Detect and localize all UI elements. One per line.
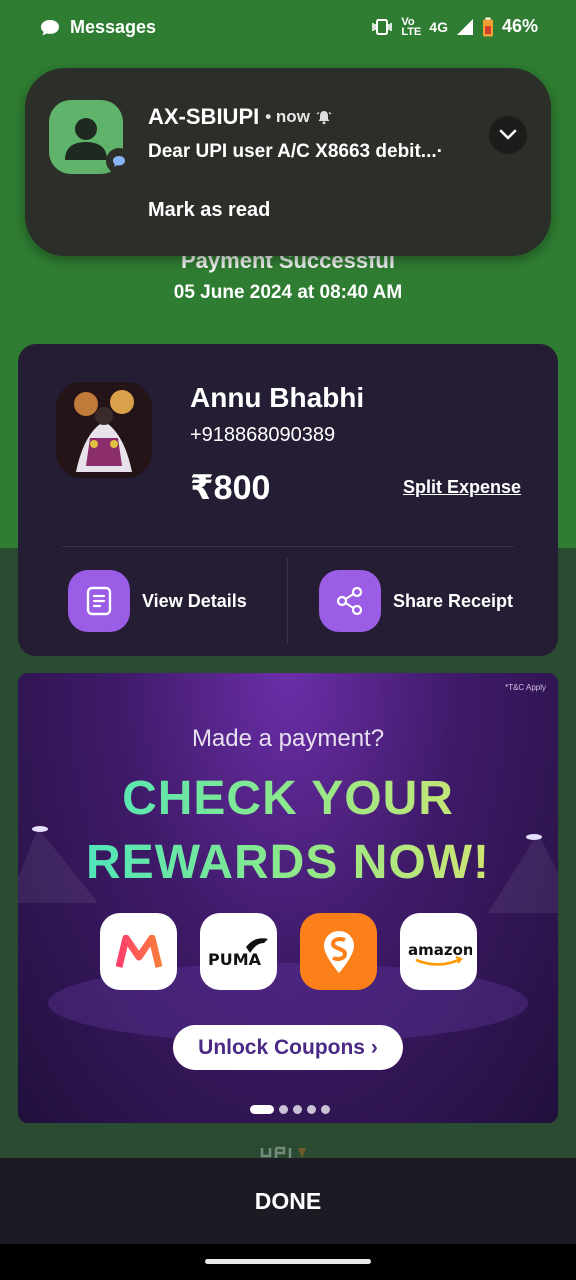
unlock-coupons-button[interactable]: Unlock Coupons › bbox=[173, 1025, 403, 1070]
battery-percent: 46% bbox=[501, 16, 538, 36]
payee-card: Annu Bhabhi +918868090389 ₹800 Split Exp… bbox=[18, 344, 558, 656]
status-app-indicator: Messages bbox=[40, 17, 156, 38]
banner-subtitle: Made a payment? bbox=[191, 725, 385, 752]
messages-app-badge-icon bbox=[106, 148, 132, 174]
done-button[interactable]: DONE bbox=[0, 1158, 576, 1244]
network-type: 4G bbox=[429, 18, 448, 35]
notification-time: • now bbox=[265, 107, 310, 126]
done-label: DONE bbox=[254, 1187, 322, 1214]
card-vertical-divider bbox=[287, 558, 288, 644]
view-details-button[interactable]: View Details bbox=[68, 570, 247, 632]
carousel-dot-active[interactable] bbox=[250, 1105, 274, 1114]
split-expense-link[interactable]: Split Expense bbox=[403, 477, 521, 498]
terms-note: *T&C Apply bbox=[505, 683, 546, 692]
brand-logos: PUMA amazon bbox=[100, 913, 477, 990]
myntra-logo-icon bbox=[100, 913, 177, 990]
carousel-dot[interactable] bbox=[321, 1105, 330, 1114]
mark-as-read-button[interactable]: Mark as read bbox=[148, 199, 270, 222]
svg-text:PUMA: PUMA bbox=[208, 950, 262, 969]
carousel-dot[interactable] bbox=[279, 1105, 288, 1114]
share-receipt-button[interactable]: Share Receipt bbox=[319, 570, 513, 632]
battery-icon bbox=[482, 17, 493, 36]
card-divider bbox=[62, 546, 514, 547]
carousel-indicator bbox=[250, 1105, 330, 1114]
status-app-name: Messages bbox=[70, 17, 157, 37]
message-bubble-icon bbox=[41, 19, 59, 35]
payee-avatar bbox=[56, 382, 152, 478]
view-details-label: View Details bbox=[142, 590, 247, 611]
volte-bottom: LTE bbox=[401, 25, 422, 38]
share-receipt-label: Share Receipt bbox=[393, 590, 514, 611]
svg-text:amazon: amazon bbox=[408, 941, 472, 959]
carousel-dot[interactable] bbox=[307, 1105, 316, 1114]
navigation-bar bbox=[0, 1244, 576, 1280]
alert-bell-icon bbox=[316, 111, 332, 125]
amazon-logo-icon: amazon bbox=[400, 913, 477, 990]
vibrate-icon bbox=[372, 18, 393, 35]
payee-name: Annu Bhabhi bbox=[190, 382, 365, 413]
status-indicators: Vo LTE 4G 46% bbox=[371, 16, 538, 37]
swiggy-logo-icon bbox=[300, 913, 377, 990]
notification-header: AX-SBIUPI • now bbox=[148, 104, 332, 130]
puma-logo-icon: PUMA bbox=[200, 913, 277, 990]
carousel-dot[interactable] bbox=[293, 1105, 302, 1114]
notification-sender: AX-SBIUPI bbox=[148, 104, 260, 129]
banner-headline-line1: CHECK YOUR bbox=[18, 771, 558, 826]
chevron-down-icon bbox=[499, 129, 517, 140]
payee-phone: +918868090389 bbox=[190, 424, 336, 446]
sms-notification[interactable]: AX-SBIUPI • now Dear UPI user A/C X8663 … bbox=[25, 68, 551, 256]
rewards-banner[interactable]: *T&C Apply Made a payment? CHECK YOUR RE… bbox=[18, 673, 558, 1123]
home-gesture-handle[interactable] bbox=[205, 1259, 371, 1264]
status-bar: Messages Vo LTE 4G 46% bbox=[0, 0, 576, 56]
payment-amount: ₹800 bbox=[190, 469, 271, 507]
volte-indicator: Vo LTE bbox=[401, 16, 422, 38]
document-icon bbox=[68, 570, 130, 632]
banner-headline-line2: REWARDS NOW! bbox=[18, 835, 558, 890]
expand-notification-button[interactable] bbox=[489, 116, 527, 154]
payment-datetime: 05 June 2024 at 08:40 AM bbox=[173, 282, 403, 303]
notification-message: Dear UPI user A/C X8663 debit...· bbox=[148, 141, 443, 162]
share-icon bbox=[319, 570, 381, 632]
signal-icon bbox=[456, 18, 473, 35]
